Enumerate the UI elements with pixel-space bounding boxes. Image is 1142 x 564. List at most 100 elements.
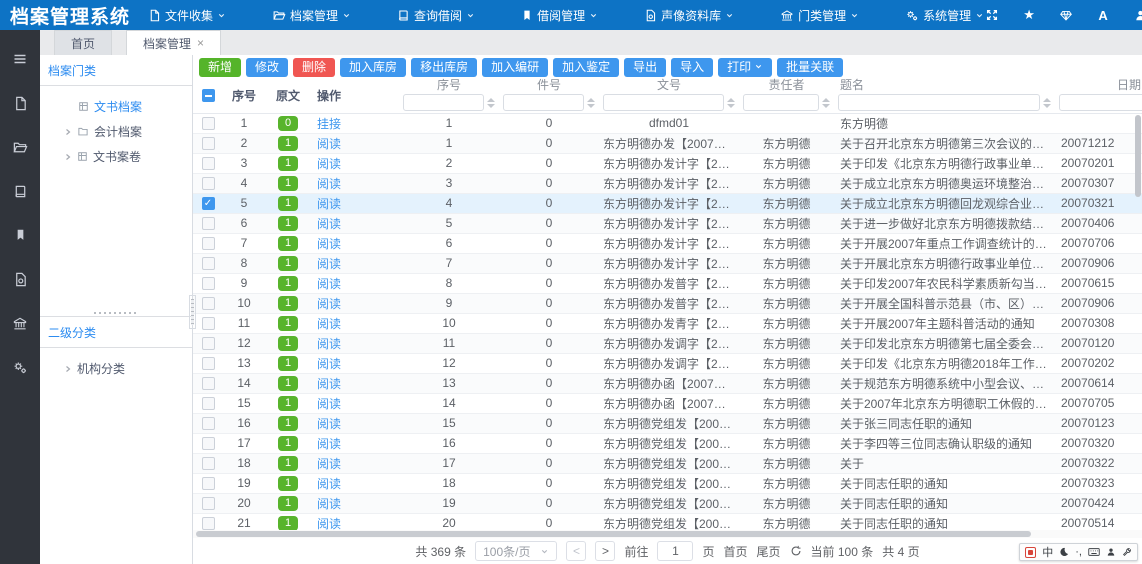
add-to-appraisal-button[interactable]: 加入鉴定	[553, 58, 619, 77]
last-page-button[interactable]: 尾页	[757, 543, 781, 560]
row-action-link[interactable]: 阅读	[317, 377, 341, 391]
table-row[interactable]: 18 1 阅读 17 0 东方明德党组发【2007】09号 东方明德 关于 20…	[193, 453, 1142, 473]
row-action-link[interactable]: 阅读	[317, 397, 341, 411]
row-checkbox[interactable]	[202, 177, 215, 190]
table-row[interactable]: 6 1 阅读 5 0 东方明德办发计字【2007】15号 东方明德 关于进一步做…	[193, 213, 1142, 233]
ime-wrench-icon[interactable]	[1122, 547, 1132, 557]
export-button[interactable]: 导出	[624, 58, 666, 77]
row-action-link[interactable]: 阅读	[317, 217, 341, 231]
vertical-scrollbar-thumb[interactable]	[1135, 115, 1141, 197]
row-action-link[interactable]: 阅读	[317, 417, 341, 431]
chevron-right-icon[interactable]	[64, 153, 72, 161]
row-checkbox[interactable]	[202, 257, 215, 270]
fullscreen-icon[interactable]	[984, 7, 1000, 23]
table-row[interactable]: 10 1 阅读 9 0 东方明德办发普字【2007】32号 东方明德 关于开展全…	[193, 293, 1142, 313]
ime-punct-toggle[interactable]: ·,	[1075, 546, 1082, 558]
table-row[interactable]: 7 1 阅读 6 0 东方明德办发计字【2007】27号 东方明德 关于开展20…	[193, 233, 1142, 253]
nav-item-borrow-manage[interactable]: 借阅管理	[521, 7, 598, 24]
row-checkbox[interactable]	[202, 117, 215, 130]
sort-buttons[interactable]	[1043, 98, 1051, 108]
table-row[interactable]: 16 1 阅读 15 0 东方明德党组发【2007】02号 东方明德 关于张三同…	[193, 413, 1142, 433]
font-size-icon[interactable]: A	[1095, 7, 1111, 23]
menu-toggle-icon[interactable]	[0, 37, 40, 81]
add-to-storeroom-button[interactable]: 加入库房	[340, 58, 406, 77]
row-checkbox[interactable]	[202, 517, 215, 530]
filter-input-seq[interactable]	[403, 94, 484, 111]
table-row[interactable]: 17 1 阅读 16 0 东方明德党组发【2007】08号 东方明德 关于李四等…	[193, 433, 1142, 453]
select-all-checkbox[interactable]	[202, 89, 215, 102]
remove-from-storeroom-button[interactable]: 移出库房	[411, 58, 477, 77]
close-icon[interactable]: ×	[197, 36, 204, 50]
delete-button[interactable]: 删除	[293, 58, 335, 77]
vertical-splitter-handle[interactable]	[189, 295, 196, 329]
table-row[interactable]: 20 1 阅读 19 0 东方明德党组发【2007】16号 东方明德 关于同志任…	[193, 493, 1142, 513]
row-checkbox[interactable]	[202, 217, 215, 230]
row-action-link[interactable]: 阅读	[317, 177, 341, 191]
print-button[interactable]: 打印	[718, 58, 772, 77]
table-row[interactable]: 13 1 阅读 12 0 东方明德办发调字【2007】5号 东方明德 关于印发《…	[193, 353, 1142, 373]
row-checkbox[interactable]	[202, 497, 215, 510]
row-checkbox[interactable]: ✓	[202, 197, 215, 210]
filter-input-responsible[interactable]	[743, 94, 819, 111]
row-checkbox[interactable]	[202, 277, 215, 290]
ime-lang-toggle[interactable]: 中	[1042, 544, 1053, 560]
row-action-link[interactable]: 阅读	[317, 157, 341, 171]
row-checkbox[interactable]	[202, 297, 215, 310]
star-icon[interactable]: ★	[1021, 7, 1037, 23]
ime-user-icon[interactable]	[1106, 547, 1116, 557]
row-checkbox[interactable]	[202, 457, 215, 470]
nav-item-system-manage[interactable]: 系统管理	[905, 7, 984, 24]
filter-input-docno[interactable]	[603, 94, 724, 111]
tree-item-document-folder[interactable]: 文书案卷	[40, 144, 192, 169]
row-action-link[interactable]: 阅读	[317, 317, 341, 331]
row-action-link[interactable]: 阅读	[317, 137, 341, 151]
archive-manage-icon[interactable]	[0, 125, 40, 169]
table-row[interactable]: 14 1 阅读 13 0 东方明德办函【2007】53号 东方明德 关于规范东方…	[193, 373, 1142, 393]
table-row[interactable]: 2 1 阅读 1 0 东方明德办发【2007】43号 东方明德 关于召开北京东方…	[193, 133, 1142, 153]
table-row[interactable]: 12 1 阅读 11 0 东方明德办发调字【2007】3号 东方明德 关于印发北…	[193, 333, 1142, 353]
row-action-link[interactable]: 挂接	[317, 117, 341, 131]
next-page-button[interactable]: >	[595, 541, 615, 561]
table-row[interactable]: 19 1 阅读 18 0 东方明德党组发【2007】10号 东方明德 关于同志任…	[193, 473, 1142, 493]
user-icon[interactable]	[1132, 7, 1142, 23]
table-row[interactable]: 9 1 阅读 8 0 东方明德办发普字【2007】25号 东方明德 关于印发20…	[193, 273, 1142, 293]
tree-item-accounting-archive[interactable]: 会计档案	[40, 119, 192, 144]
row-action-link[interactable]: 阅读	[317, 357, 341, 371]
edit-button[interactable]: 修改	[246, 58, 288, 77]
tree-item-document-archive[interactable]: 文书档案	[40, 94, 192, 119]
filter-input-item[interactable]	[503, 94, 584, 111]
row-checkbox[interactable]	[202, 477, 215, 490]
ime-keyboard-icon[interactable]	[1088, 547, 1100, 557]
row-action-link[interactable]: 阅读	[317, 337, 341, 351]
row-action-link[interactable]: 阅读	[317, 437, 341, 451]
sort-buttons[interactable]	[487, 98, 495, 108]
filter-input-title[interactable]	[838, 94, 1040, 111]
add-to-research-button[interactable]: 加入编研	[482, 58, 548, 77]
row-action-link[interactable]: 阅读	[317, 277, 341, 291]
table-row[interactable]: 1 0 挂接 1 0 dfmd01 东方明德	[193, 113, 1142, 133]
filter-input-date[interactable]	[1059, 94, 1142, 111]
row-checkbox[interactable]	[202, 377, 215, 390]
refresh-icon[interactable]	[790, 545, 802, 557]
sort-buttons[interactable]	[727, 98, 735, 108]
query-borrow-icon[interactable]	[0, 169, 40, 213]
gem-icon[interactable]	[1058, 7, 1074, 23]
nav-item-file-collect[interactable]: 文件收集	[148, 7, 226, 24]
sort-buttons[interactable]	[822, 98, 830, 108]
row-checkbox[interactable]	[202, 417, 215, 430]
panel-splitter[interactable]	[40, 310, 192, 316]
sort-buttons[interactable]	[587, 98, 595, 108]
tab-home[interactable]: 首页	[54, 30, 112, 55]
media-library-icon[interactable]	[0, 257, 40, 301]
tab-archive-manage[interactable]: 档案管理 ×	[126, 30, 221, 55]
table-row[interactable]: 21 1 阅读 20 0 东方明德党组发【2007】18号 东方明德 关于同志任…	[193, 513, 1142, 530]
row-checkbox[interactable]	[202, 237, 215, 250]
row-action-link[interactable]: 阅读	[317, 237, 341, 251]
row-action-link[interactable]: 阅读	[317, 517, 341, 531]
page-size-select[interactable]: 100条/页	[475, 541, 557, 561]
row-checkbox[interactable]	[202, 137, 215, 150]
prev-page-button[interactable]: <	[566, 541, 586, 561]
system-manage-icon[interactable]	[0, 345, 40, 389]
tree-item-org-category[interactable]: 机构分类	[40, 356, 192, 381]
borrow-manage-icon[interactable]	[0, 213, 40, 257]
